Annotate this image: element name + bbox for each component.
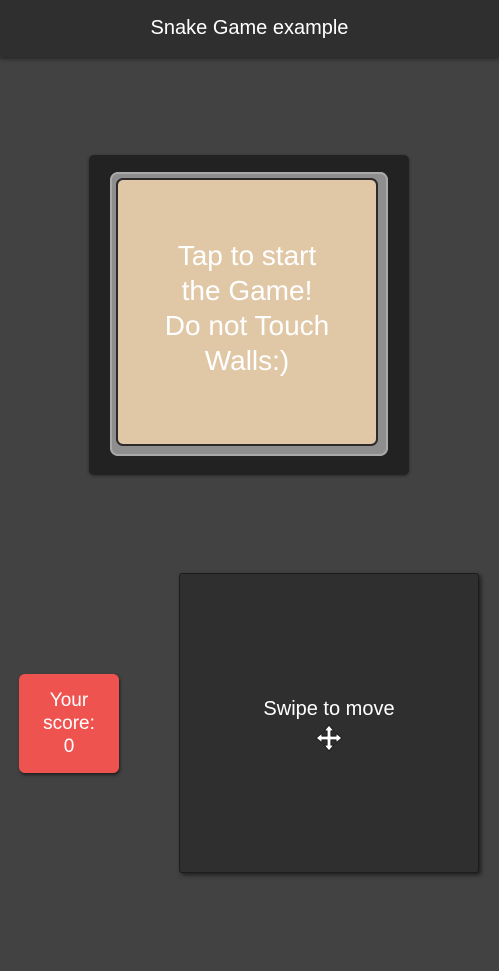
start-game-message: Tap to start the Game! Do not Touch Wall… — [164, 240, 330, 376]
app-title: Snake Game example — [150, 17, 349, 39]
move-cursor-icon — [315, 724, 343, 752]
swipe-hint: Swipe to move — [263, 698, 395, 720]
score-value: 0 — [63, 736, 75, 757]
app-bar: Snake Game example — [0, 0, 499, 57]
swipe-control-pad[interactable]: Swipe to move — [179, 573, 479, 873]
score-card: Your score: 0 — [19, 674, 119, 773]
game-board-bezel: Tap to start the Game! Do not Touch Wall… — [110, 172, 388, 456]
game-board-screen[interactable]: Tap to start the Game! Do not Touch Wall… — [116, 178, 378, 446]
score-label: Your score: — [43, 690, 95, 734]
game-board-frame: Tap to start the Game! Do not Touch Wall… — [89, 155, 409, 475]
